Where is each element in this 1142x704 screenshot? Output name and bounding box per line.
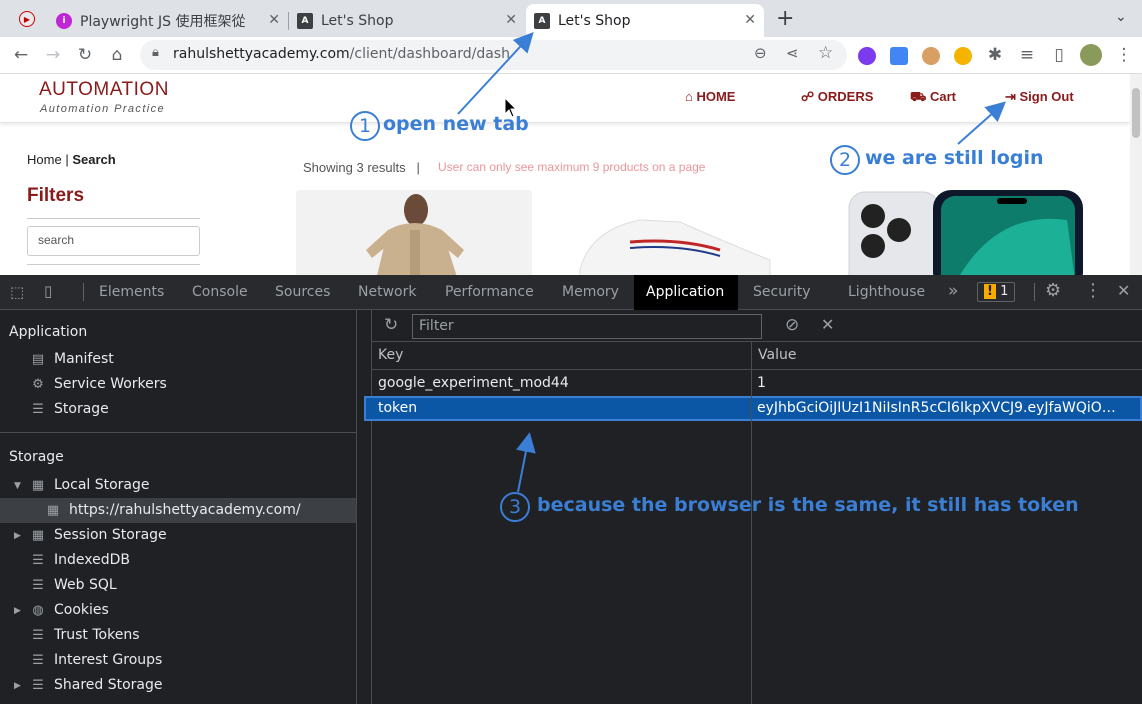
arrow-to-token — [516, 432, 536, 493]
annotation-text-3: because the browser is the same, it stil… — [537, 494, 1079, 516]
annotation-text-2: we are still login — [865, 147, 1044, 169]
annotation-number-1: 1 — [350, 111, 380, 141]
arrow-to-new-tab — [457, 32, 534, 115]
annotation-number-2: 2 — [830, 145, 860, 175]
annotation-text-1: open new tab — [383, 113, 529, 135]
arrow-to-signout — [957, 101, 1006, 145]
annotation-number-3: 3 — [500, 492, 530, 522]
annotation-arrows — [457, 32, 1006, 493]
